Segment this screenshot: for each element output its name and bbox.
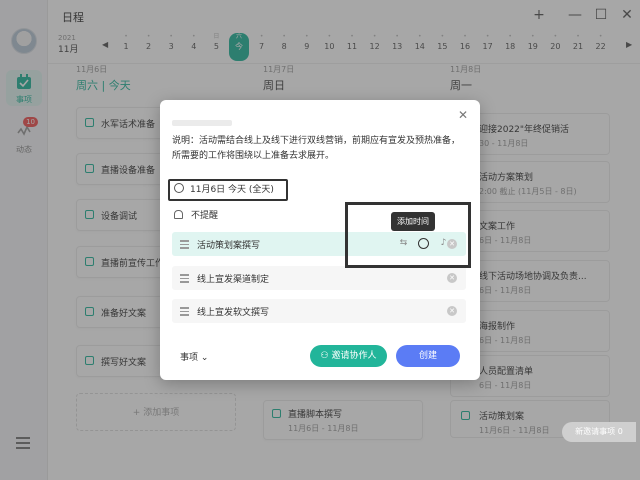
subtask-label[interactable]: 线上宣发渠道制定 [197, 272, 269, 285]
invite-label: 邀请协作人 [331, 351, 377, 361]
subtask-row[interactable]: 线上宣发软文撰写 ✕ [172, 299, 466, 323]
drag-handle-icon[interactable] [180, 240, 189, 251]
user-icon: ⚇ [320, 351, 332, 361]
create-button[interactable]: 创建 [396, 345, 460, 367]
date-label: 11月6日 今天 (全天) [190, 185, 274, 195]
subtask-label[interactable]: 线上宣发软文撰写 [197, 305, 269, 318]
drag-handle-icon[interactable] [180, 307, 189, 318]
date-selector[interactable]: 11月6日 今天 (全天) [168, 179, 288, 201]
drag-handle-icon[interactable] [180, 274, 189, 285]
highlight-box [345, 202, 471, 268]
reminder-selector[interactable]: 不提醒 [174, 208, 218, 221]
truncated-title [172, 120, 232, 126]
invite-collaborator-button[interactable]: ⚇ 邀请协作人 [310, 345, 387, 367]
task-description[interactable]: 说明：活动需结合线上及线下进行双线营销，前期应有宣发及预热准备，所需要的工作将围… [172, 134, 462, 164]
clock-icon [174, 183, 184, 193]
delete-icon[interactable]: ✕ [447, 273, 457, 283]
subtask-row[interactable]: 线上宣发渠道制定 ✕ [172, 266, 466, 290]
task-dialog: ✕ 说明：活动需结合线上及线下进行双线营销，前期应有宣发及预热准备，所需要的工作… [160, 100, 480, 380]
subtask-label[interactable]: 活动策划案撰写 [197, 238, 260, 251]
bell-icon [174, 210, 183, 219]
reminder-label: 不提醒 [191, 211, 219, 221]
pending-invites-button[interactable]: 新邀请事项 0 [562, 422, 636, 442]
close-icon[interactable]: ✕ [458, 108, 468, 122]
delete-icon[interactable]: ✕ [447, 306, 457, 316]
category-dropdown[interactable]: 事项 ⌄ [180, 350, 208, 363]
